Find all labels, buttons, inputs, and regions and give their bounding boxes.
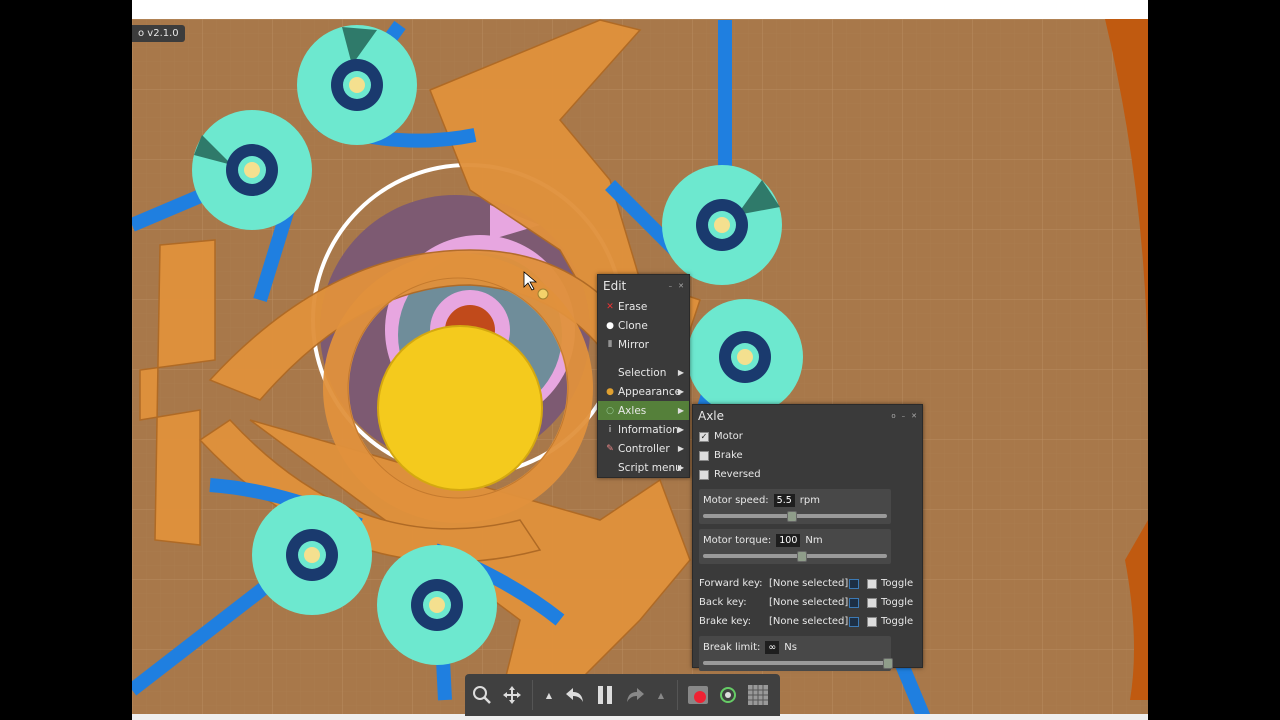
motor-speed-input[interactable]: 5.5 bbox=[773, 493, 795, 507]
checkbox-icon[interactable] bbox=[699, 469, 709, 480]
yellow-disc bbox=[377, 325, 543, 491]
submenu-arrow-icon: ▶ bbox=[677, 444, 684, 453]
motor-speed-group: Motor speed: 5.5 rpm bbox=[699, 489, 891, 524]
checkbox-checked-icon[interactable]: ✓ bbox=[699, 431, 709, 442]
submenu-arrow-icon: ▶ bbox=[677, 425, 684, 434]
back-key-row: Back key: [None selected] Toggle bbox=[699, 597, 914, 608]
brake-key-select[interactable]: [None selected] bbox=[769, 616, 849, 627]
zoom-icon[interactable] bbox=[467, 680, 497, 710]
erase-x-icon: ✕ bbox=[606, 301, 614, 312]
menu-item-axles[interactable]: ○ Axles ▶ bbox=[598, 401, 689, 420]
clone-icon: ● bbox=[606, 320, 614, 331]
key-picker-icon[interactable] bbox=[849, 597, 859, 608]
move-icon[interactable] bbox=[497, 680, 527, 710]
menu-item-script-menu[interactable]: Script menu ▶ bbox=[598, 458, 689, 477]
motor-checkbox[interactable]: ✓ Motor bbox=[693, 427, 922, 446]
submenu-arrow-icon: ▶ bbox=[677, 368, 684, 377]
brake-key-row: Brake key: [None selected] Toggle bbox=[699, 616, 914, 627]
break-limit-input[interactable]: ∞ bbox=[765, 640, 780, 654]
axle-panel-title-text: Axle bbox=[698, 409, 725, 423]
menu-item-selection[interactable]: Selection ▶ bbox=[598, 363, 689, 382]
motor-torque-slider[interactable] bbox=[703, 551, 887, 562]
menu-item-mirror[interactable]: ⫴ Mirror bbox=[598, 335, 689, 354]
forward-key-row: Forward key: [None selected] Toggle bbox=[699, 578, 914, 589]
speed-down-icon[interactable]: ▲ bbox=[538, 680, 560, 710]
slider-thumb[interactable] bbox=[787, 511, 798, 522]
slider-thumb[interactable] bbox=[796, 551, 807, 562]
toggle-checkbox[interactable] bbox=[867, 578, 877, 589]
axle-panel-title: Axle o – ✕ bbox=[693, 405, 922, 427]
reversed-checkbox[interactable]: Reversed bbox=[693, 465, 922, 484]
axle-marker[interactable] bbox=[537, 288, 549, 300]
version-label: o v2.1.0 bbox=[132, 25, 185, 42]
pin-icon[interactable]: o bbox=[891, 412, 895, 420]
pause-icon[interactable] bbox=[590, 680, 620, 710]
bottom-toolbar: ▲ ▲ bbox=[465, 674, 780, 716]
break-limit-slider[interactable] bbox=[703, 658, 893, 669]
close-icon[interactable]: ✕ bbox=[911, 412, 917, 420]
axle-icon: ○ bbox=[606, 405, 614, 416]
motor-speed-slider[interactable] bbox=[703, 511, 887, 522]
key-picker-icon[interactable] bbox=[849, 578, 859, 589]
checkbox-icon[interactable] bbox=[699, 450, 709, 461]
speed-up-icon[interactable]: ▲ bbox=[650, 680, 672, 710]
submenu-arrow-icon: ▶ bbox=[677, 406, 684, 415]
motor-torque-input[interactable]: 100 bbox=[776, 533, 801, 547]
menu-item-information[interactable]: i Information ▶ bbox=[598, 420, 689, 439]
menu-item-appearance[interactable]: ● Appearance ▶ bbox=[598, 382, 689, 401]
info-icon: i bbox=[608, 424, 612, 435]
forward-key-select[interactable]: [None selected] bbox=[769, 578, 849, 589]
minimize-icon[interactable]: – bbox=[669, 282, 673, 290]
close-icon[interactable]: ✕ bbox=[678, 282, 684, 290]
menu-item-controller[interactable]: ✎ Controller ▶ bbox=[598, 439, 689, 458]
motor-torque-group: Motor torque: 100 Nm bbox=[699, 529, 891, 564]
slider-thumb[interactable] bbox=[883, 658, 893, 669]
appearance-icon: ● bbox=[606, 386, 614, 397]
controller-icon: ✎ bbox=[606, 443, 614, 454]
record-icon[interactable] bbox=[683, 680, 713, 710]
menu-item-erase[interactable]: ✕ Erase bbox=[598, 297, 689, 316]
toggle-checkbox[interactable] bbox=[867, 597, 877, 608]
edit-menu-title: Edit – ✕ bbox=[598, 275, 689, 297]
axle-panel: Axle o – ✕ ✓ Motor Brake Reversed Motor sp… bbox=[692, 404, 923, 671]
break-limit-group: Break limit: ∞ Ns bbox=[699, 636, 893, 671]
edit-context-menu: Edit – ✕ ✕ Erase ● Clone ⫴ Mirror Selecti… bbox=[597, 274, 690, 478]
edit-menu-title-text: Edit bbox=[603, 279, 627, 293]
minimize-icon[interactable]: – bbox=[902, 412, 906, 420]
top-bar bbox=[132, 0, 1148, 19]
toggle-checkbox[interactable] bbox=[867, 616, 877, 627]
submenu-arrow-icon: ▶ bbox=[677, 387, 684, 396]
submenu-arrow-icon: ▶ bbox=[677, 463, 684, 472]
redo-icon[interactable] bbox=[620, 680, 650, 710]
brake-checkbox[interactable]: Brake bbox=[693, 446, 922, 465]
mirror-icon: ⫴ bbox=[608, 339, 612, 350]
follow-icon[interactable] bbox=[713, 680, 743, 710]
undo-icon[interactable] bbox=[560, 680, 590, 710]
key-picker-icon[interactable] bbox=[849, 616, 859, 627]
back-key-select[interactable]: [None selected] bbox=[769, 597, 849, 608]
grid-icon[interactable] bbox=[743, 680, 773, 710]
menu-item-clone[interactable]: ● Clone bbox=[598, 316, 689, 335]
